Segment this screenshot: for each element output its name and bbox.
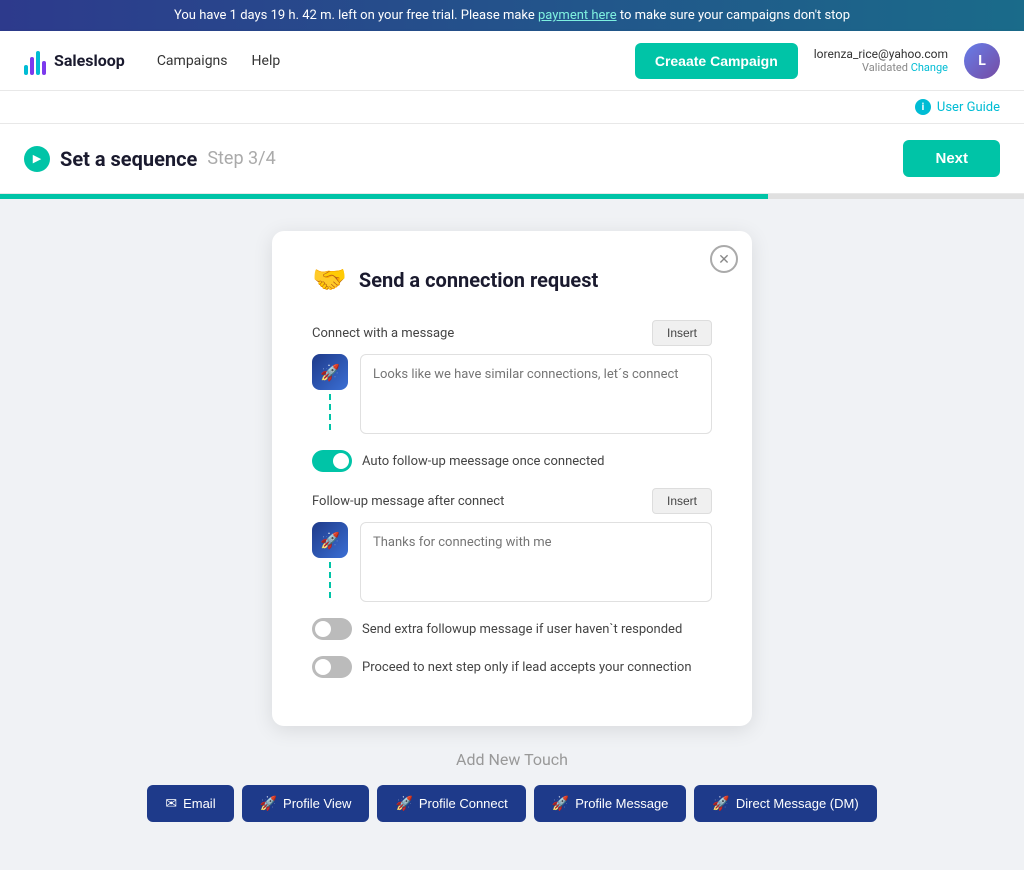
navbar: Salesloop Campaigns Help Creaate Campaig… <box>0 31 1024 91</box>
touch-btn-direct-message-label: Direct Message (DM) <box>736 796 859 811</box>
page-header: ▶ Set a sequence Step 3/4 Next <box>0 124 1024 194</box>
connect-textarea-area: 🚀 <box>312 354 712 434</box>
proceed-toggle-row: Proceed to next step only if lead accept… <box>312 656 712 678</box>
connect-label: Connect with a message <box>312 326 454 341</box>
logo-area: Salesloop <box>24 47 125 75</box>
modal-header: 🤝 Send a connection request <box>312 263 712 296</box>
modal-title: Send a connection request <box>359 268 598 292</box>
connect-message-row: Connect with a message Insert <box>312 320 712 346</box>
touch-btn-profile-view[interactable]: 🚀 Profile View <box>242 785 370 822</box>
banner-text-before: You have 1 days 19 h. 42 m. left on your… <box>174 8 538 23</box>
touch-buttons: ✉ Email 🚀 Profile View 🚀 Profile Connect… <box>40 785 984 822</box>
page-title-area: ▶ Set a sequence Step 3/4 <box>24 146 276 172</box>
extra-followup-toggle[interactable] <box>312 618 352 640</box>
logo-bar-2 <box>30 57 34 75</box>
logo-bar-1 <box>24 65 28 75</box>
followup-message-row: Follow-up message after connect Insert <box>312 488 712 514</box>
create-campaign-button[interactable]: Creaate Campaign <box>635 43 798 79</box>
dashed-line-2 <box>329 562 331 598</box>
touch-btn-email[interactable]: ✉ Email <box>147 785 233 822</box>
connector-line-2: 🚀 <box>312 522 348 602</box>
connect-message-textarea[interactable] <box>360 354 712 434</box>
user-guide-label: User Guide <box>937 100 1000 115</box>
top-banner: You have 1 days 19 h. 42 m. left on your… <box>0 0 1024 31</box>
logo-text: Salesloop <box>54 51 125 70</box>
logo-bar-4 <box>42 61 46 75</box>
rocket-icon-2: 🚀 <box>312 522 348 558</box>
auto-followup-toggle-row: Auto follow-up meessage once connected <box>312 450 712 472</box>
proceed-label: Proceed to next step only if lead accept… <box>362 660 692 675</box>
banner-payment-link[interactable]: payment here <box>538 8 617 23</box>
logo-bar-3 <box>36 51 40 75</box>
followup-message-textarea[interactable] <box>360 522 712 602</box>
user-guide-bar: i User Guide <box>0 91 1024 124</box>
main-content: ✕ 🤝 Send a connection request Connect wi… <box>0 199 1024 870</box>
banner-text-after: to make sure your campaigns don't stop <box>620 8 850 23</box>
user-change-link[interactable]: Change <box>911 61 948 74</box>
touch-btn-profile-view-label: Profile View <box>283 796 351 811</box>
avatar: L <box>964 43 1000 79</box>
next-button[interactable]: Next <box>903 140 1000 177</box>
nav-help[interactable]: Help <box>252 53 281 69</box>
user-info: lorenza_rice@yahoo.com Validated Change <box>814 47 948 74</box>
proceed-toggle[interactable] <box>312 656 352 678</box>
navbar-right: Creaate Campaign lorenza_rice@yahoo.com … <box>635 43 1000 79</box>
user-email: lorenza_rice@yahoo.com <box>814 47 948 61</box>
modal-close-button[interactable]: ✕ <box>710 245 738 273</box>
handshake-icon: 🤝 <box>312 263 347 296</box>
user-validated: Validated Change <box>814 61 948 74</box>
info-icon: i <box>915 99 931 115</box>
touch-btn-profile-message-label: Profile Message <box>575 796 668 811</box>
auto-followup-label: Auto follow-up meessage once connected <box>362 454 604 469</box>
user-guide-link[interactable]: i User Guide <box>915 99 1000 115</box>
auto-followup-toggle[interactable] <box>312 450 352 472</box>
extra-followup-toggle-row: Send extra followup message if user have… <box>312 618 712 640</box>
touch-btn-profile-connect[interactable]: 🚀 Profile Connect <box>377 785 525 822</box>
nav-links: Campaigns Help <box>157 53 280 69</box>
extra-followup-label: Send extra followup message if user have… <box>362 622 682 637</box>
connector-line-1: 🚀 <box>312 354 348 434</box>
touch-btn-email-label: Email <box>183 796 216 811</box>
profile-view-icon: 🚀 <box>260 795 277 812</box>
add-new-touch-section: Add New Touch ✉ Email 🚀 Profile View 🚀 P… <box>24 726 1000 838</box>
profile-message-icon: 🚀 <box>552 795 569 812</box>
insert-button-1[interactable]: Insert <box>652 320 712 346</box>
email-icon: ✉ <box>165 795 177 812</box>
dashed-line-1 <box>329 394 331 430</box>
rocket-icon-1: 🚀 <box>312 354 348 390</box>
direct-message-icon: 🚀 <box>712 795 729 812</box>
nav-campaigns[interactable]: Campaigns <box>157 53 228 69</box>
add-new-touch-title: Add New Touch <box>40 750 984 769</box>
touch-btn-profile-connect-label: Profile Connect <box>419 796 508 811</box>
followup-textarea-area: 🚀 <box>312 522 712 602</box>
step-label: Step 3/4 <box>207 148 275 169</box>
profile-connect-icon: 🚀 <box>395 795 412 812</box>
logo-icon <box>24 47 46 75</box>
insert-button-2[interactable]: Insert <box>652 488 712 514</box>
page-title: Set a sequence <box>60 147 197 171</box>
modal-card: ✕ 🤝 Send a connection request Connect wi… <box>272 231 752 726</box>
play-icon: ▶ <box>24 146 50 172</box>
touch-btn-profile-message[interactable]: 🚀 Profile Message <box>534 785 687 822</box>
touch-btn-direct-message[interactable]: 🚀 Direct Message (DM) <box>694 785 876 822</box>
followup-label: Follow-up message after connect <box>312 494 504 509</box>
